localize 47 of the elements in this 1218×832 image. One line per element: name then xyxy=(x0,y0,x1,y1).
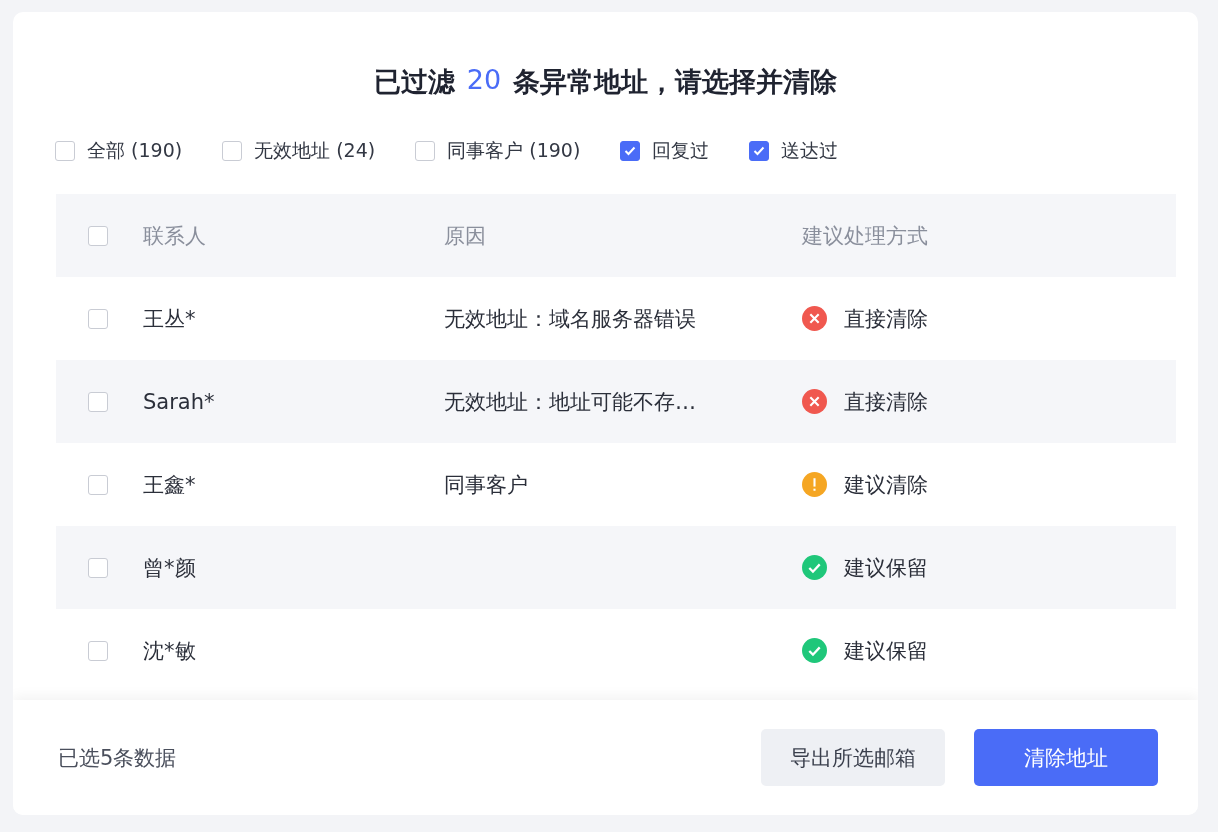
checkbox[interactable] xyxy=(88,474,108,495)
table-cell-text: 直接清除 xyxy=(844,388,928,416)
table-cell-text: 建议保留 xyxy=(844,554,928,582)
checkbox[interactable] xyxy=(88,391,108,412)
title-text: 已过滤 xyxy=(373,65,455,99)
checkbox[interactable] xyxy=(222,141,243,161)
selection-summary: 已选5条数据 xyxy=(58,744,178,772)
table-cell: 王鑫* xyxy=(143,472,196,497)
checkbox[interactable] xyxy=(415,141,436,161)
title-text: 条异常地址，请选择并清除 xyxy=(513,65,838,99)
table-cell-text: 建议清除 xyxy=(844,471,928,499)
table-cell: 沈*敏 xyxy=(143,638,196,663)
checkbox[interactable] xyxy=(620,141,641,161)
checkbox[interactable] xyxy=(88,225,108,246)
table-cell: 无效地址：域名服务器错误 xyxy=(444,306,696,331)
export-button[interactable]: 导出所选邮箱 xyxy=(761,729,945,786)
check-circle-icon xyxy=(802,555,827,580)
error-icon xyxy=(802,389,827,414)
checkbox[interactable] xyxy=(88,640,108,661)
column-header: 联系人 xyxy=(143,223,206,248)
column-header: 原因 xyxy=(444,223,486,248)
filter-label[interactable]: 同事客户 (190) xyxy=(447,138,581,164)
checkbox[interactable] xyxy=(88,557,108,578)
table-cell: 王丛* xyxy=(143,306,196,331)
checkbox[interactable] xyxy=(55,141,75,161)
checkbox[interactable] xyxy=(749,141,770,161)
table-cell: 同事客户 xyxy=(444,472,528,497)
table-cell: Sarah* xyxy=(143,389,215,414)
filter-label[interactable]: 无效地址 (24) xyxy=(254,138,376,164)
table-cell: 无效地址：地址可能不存… xyxy=(444,389,696,414)
clear-button[interactable]: 清除地址 xyxy=(974,729,1158,786)
error-icon xyxy=(802,306,827,331)
table-cell-text: 直接清除 xyxy=(844,305,928,333)
column-header: 建议处理方式 xyxy=(802,223,928,248)
table-row[interactable]: Sarah* 无效地址：地址可能不存… 直接清除 xyxy=(56,360,1176,443)
table-cell-text: 建议保留 xyxy=(844,637,928,665)
filter-label[interactable]: 送达过 xyxy=(781,138,839,164)
filter-label[interactable]: 回复过 xyxy=(652,138,710,164)
table-row[interactable]: 曾*颜 建议保留 xyxy=(56,526,1176,609)
check-circle-icon xyxy=(802,638,827,663)
table-cell: 曾*颜 xyxy=(143,555,196,580)
filter-label[interactable]: 全部 (190) xyxy=(87,138,183,164)
check-icon xyxy=(753,146,766,156)
count-text: 20 xyxy=(466,64,502,97)
checkbox[interactable] xyxy=(88,308,108,329)
warning-icon xyxy=(802,472,827,497)
check-icon xyxy=(624,146,637,156)
